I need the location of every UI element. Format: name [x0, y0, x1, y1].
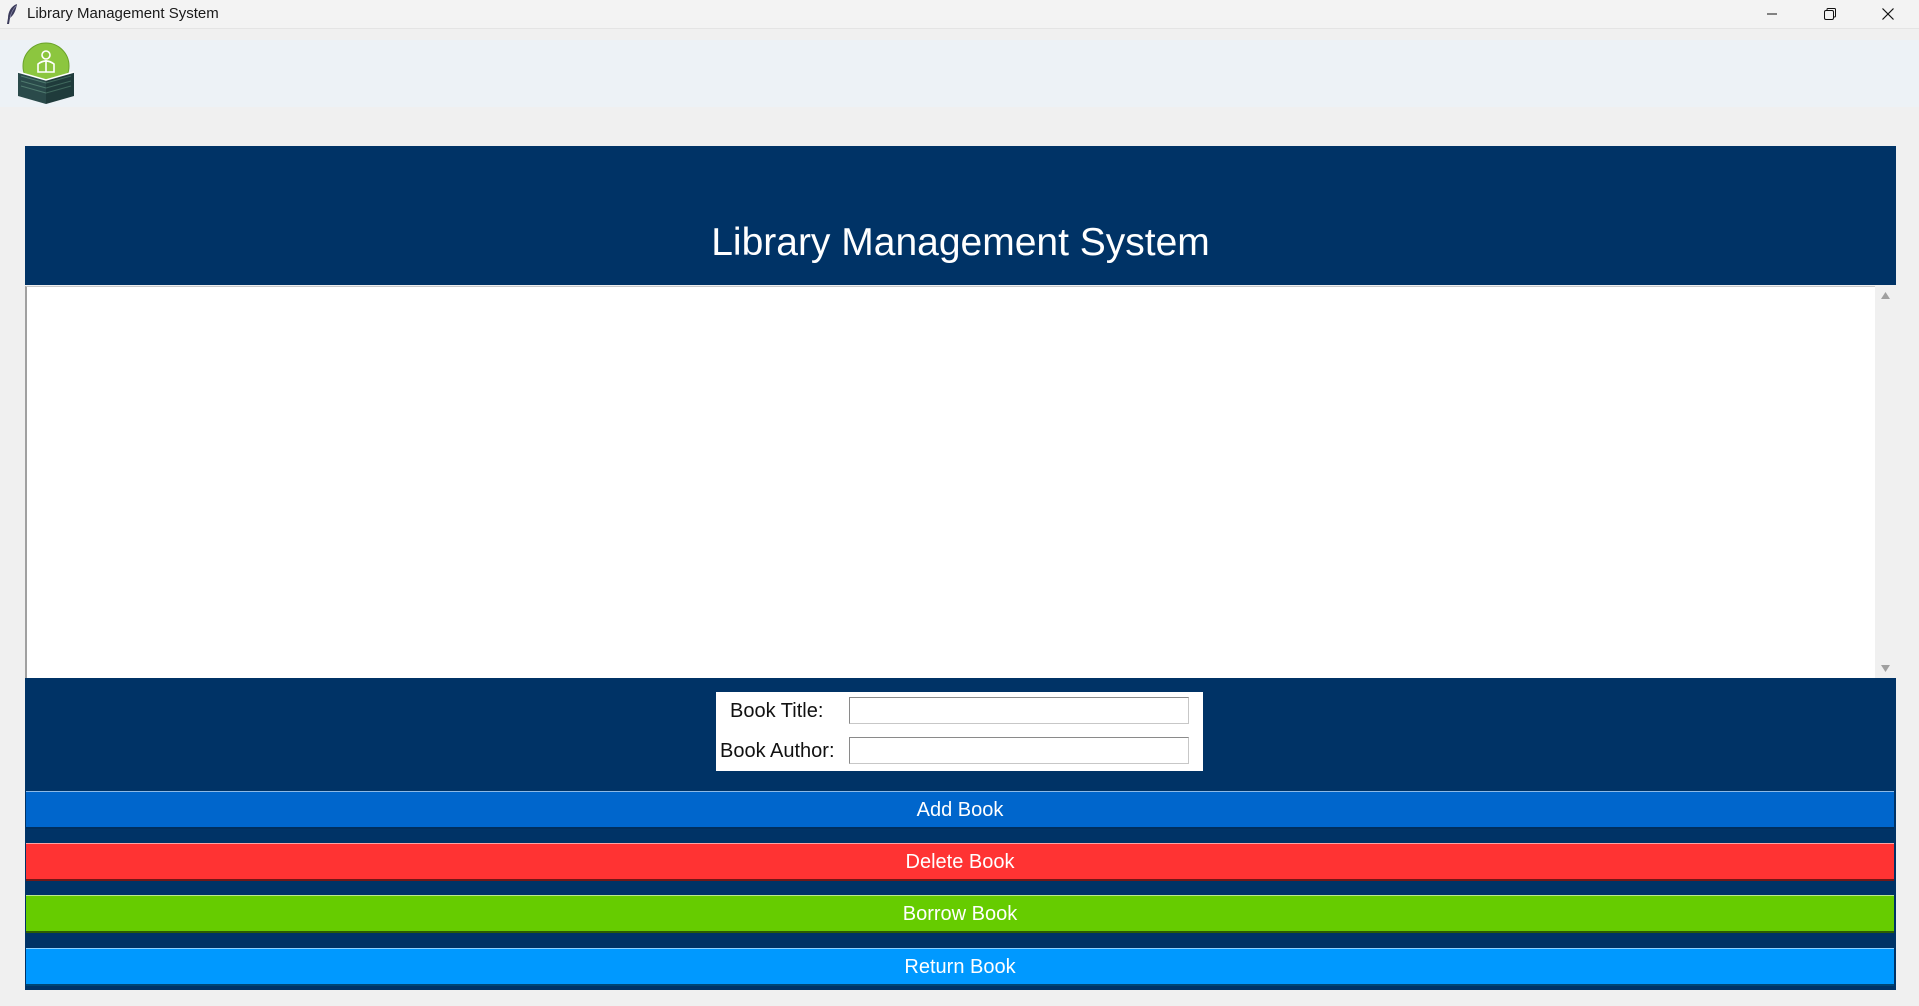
restore-icon: [1824, 8, 1836, 20]
header-band: Library Management System: [25, 146, 1896, 285]
library-book-logo-icon: [17, 42, 75, 104]
maximize-button[interactable]: [1801, 0, 1859, 28]
window-titlebar: Library Management System: [0, 0, 1919, 29]
scroll-up-arrow-icon[interactable]: [1880, 291, 1891, 300]
close-button[interactable]: [1859, 0, 1917, 28]
close-icon: [1882, 8, 1894, 20]
form-band: Book Title: Book Author:: [25, 678, 1896, 990]
logo-strip: [0, 40, 1919, 107]
book-author-label: Book Author:: [720, 740, 835, 762]
book-author-input[interactable]: [849, 737, 1189, 764]
minimize-button[interactable]: [1743, 0, 1801, 28]
listbox-scrollbar[interactable]: [1875, 286, 1896, 678]
page-title: Library Management System: [711, 221, 1210, 264]
book-title-input[interactable]: [849, 697, 1189, 724]
book-form: Book Title: Book Author:: [716, 692, 1203, 771]
add-book-button[interactable]: Add Book: [26, 791, 1894, 829]
feather-icon: [7, 4, 17, 24]
borrow-book-button[interactable]: Borrow Book: [26, 895, 1894, 933]
window-title: Library Management System: [27, 5, 219, 22]
return-book-button[interactable]: Return Book: [26, 948, 1894, 986]
book-listbox[interactable]: [25, 286, 1875, 678]
delete-book-button[interactable]: Delete Book: [26, 843, 1894, 881]
book-title-label: Book Title:: [730, 700, 824, 722]
minimize-icon: [1767, 13, 1777, 15]
scroll-down-arrow-icon[interactable]: [1880, 664, 1891, 673]
